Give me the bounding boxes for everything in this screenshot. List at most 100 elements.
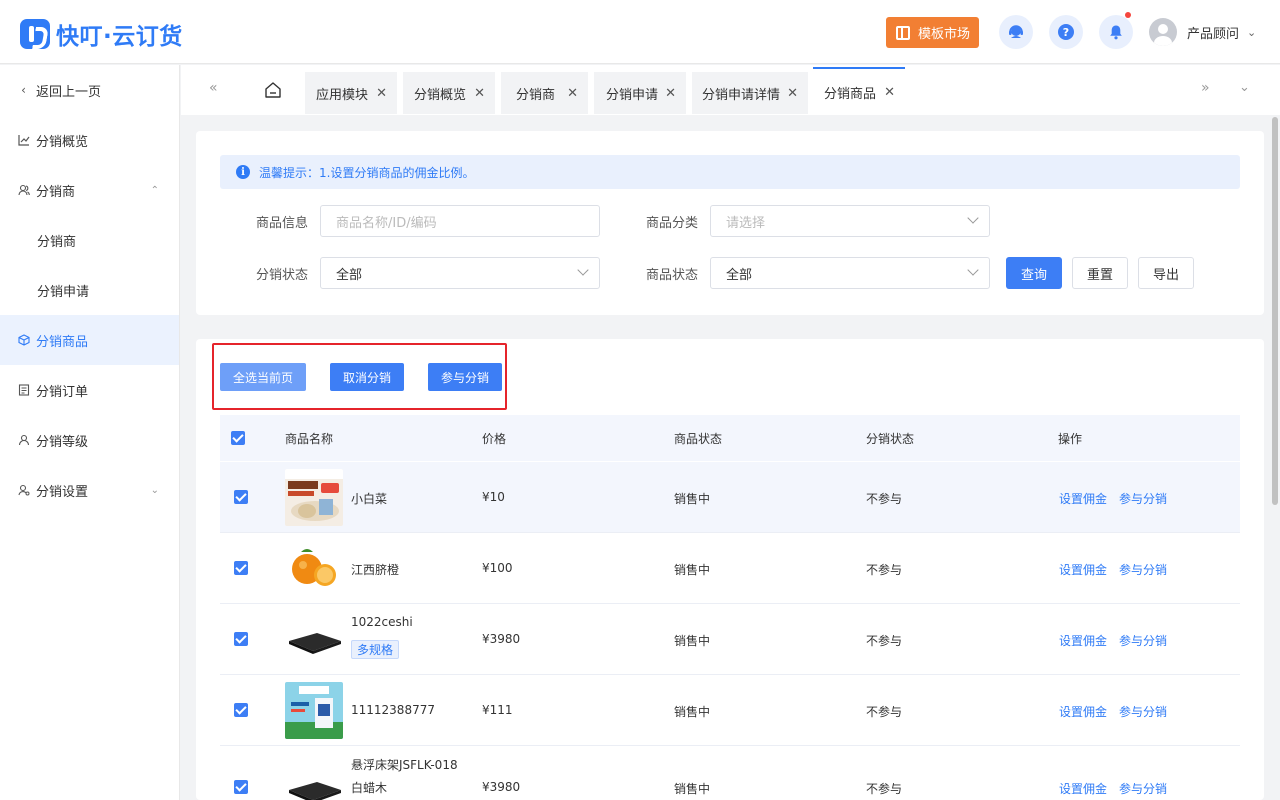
tabs-menu-chevron-icon[interactable]: ⌄	[1239, 80, 1250, 95]
user-icon	[17, 434, 30, 447]
row-checkbox[interactable]	[234, 703, 248, 717]
sidebar-item-orders[interactable]: 分销订单	[0, 365, 179, 415]
tab-products[interactable]: 分销商品 ✕	[813, 67, 905, 115]
sidebar-item-label: 分销概览	[36, 134, 89, 150]
chevron-up-icon: ⌃	[150, 184, 159, 196]
select-all-checkbox[interactable]	[231, 431, 245, 445]
tip-banner: i 温馨提示：1.设置分销商品的佣金比例。	[220, 155, 1240, 189]
product-price: ¥3980	[482, 632, 521, 646]
join-distribution-link[interactable]: 参与分销	[1119, 561, 1167, 578]
tab-label: 分销申请详情	[702, 87, 781, 103]
back-label: 返回上一页	[36, 84, 102, 100]
tab-label: 分销商品	[824, 86, 877, 102]
set-commission-link[interactable]: 设置佣金	[1059, 780, 1107, 797]
join-distribution-link[interactable]: 参与分销	[1119, 780, 1167, 797]
tip-text: 温馨提示：1.设置分销商品的佣金比例。	[259, 165, 475, 180]
table-header: 商品名称 价格 商品状态 分销状态 操作	[220, 415, 1240, 461]
product-status-select[interactable]: 全部	[710, 257, 990, 289]
user-settings-icon	[17, 484, 30, 497]
tab-application-detail[interactable]: 分销申请详情 ✕	[692, 72, 808, 114]
reset-button[interactable]: 重置	[1072, 257, 1128, 289]
close-icon[interactable]: ✕	[376, 86, 387, 101]
product-image	[285, 682, 343, 739]
tab-app-modules[interactable]: 应用模块 ✕	[305, 72, 397, 114]
product-name: 1022ceshi	[351, 615, 413, 629]
tab-label: 分销商	[516, 87, 556, 103]
table-row[interactable]: 悬浮床架JSFLK-018 白蜡木 ¥3980 销售中 不参与 设置佣金 参与分…	[220, 746, 1240, 800]
tab-bar: « 应用模块 ✕ 分销概览 ✕ 分销商 ✕ 分销申请 ✕ 分销申请详情 ✕ 分销…	[181, 65, 1280, 115]
column-header: 商品名称	[285, 432, 334, 446]
sidebar-item-settings[interactable]: 分销设置 ⌄	[0, 465, 179, 515]
sidebar-subitem-distributors[interactable]: 分销商	[0, 215, 179, 265]
scrollbar[interactable]	[1270, 115, 1280, 800]
close-icon[interactable]: ✕	[884, 85, 895, 100]
tab-overview[interactable]: 分销概览 ✕	[403, 72, 495, 114]
join-distribution-link[interactable]: 参与分销	[1119, 632, 1167, 649]
top-header: 快叮·云订货 模板市场 ? 产品顾问 ⌄	[0, 0, 1280, 64]
dist-status-label: 分销状态	[256, 268, 309, 283]
row-checkbox[interactable]	[234, 780, 248, 794]
set-commission-link[interactable]: 设置佣金	[1059, 561, 1107, 578]
product-image	[285, 611, 343, 668]
table-row[interactable]: 小白菜 ¥10 销售中 不参与 设置佣金 参与分销	[220, 462, 1240, 533]
customer-service-button[interactable]	[999, 15, 1033, 49]
user-menu[interactable]: 产品顾问 ⌄	[1149, 18, 1256, 46]
set-commission-link[interactable]: 设置佣金	[1059, 703, 1107, 720]
row-checkbox[interactable]	[234, 632, 248, 646]
home-icon[interactable]	[263, 80, 283, 100]
dist-status-value: 全部	[336, 267, 363, 283]
multi-spec-label: 多规格	[351, 640, 400, 659]
table-row[interactable]: 1022ceshi 多规格 ¥3980 销售中 不参与 设置佣金 参与分销	[220, 604, 1240, 675]
product-info-input[interactable]: 商品名称/ID/编码	[320, 205, 600, 237]
select-current-page-button[interactable]: 全选当前页	[220, 363, 306, 391]
product-image	[285, 540, 343, 597]
close-icon[interactable]: ✕	[665, 86, 676, 101]
close-icon[interactable]: ✕	[567, 86, 578, 101]
template-icon	[896, 25, 910, 40]
close-icon[interactable]: ✕	[474, 86, 485, 101]
join-distribution-button[interactable]: 参与分销	[428, 363, 502, 391]
column-header: 操作	[1058, 432, 1083, 446]
template-market-button[interactable]: 模板市场	[886, 17, 979, 48]
scroll-tabs-left-icon[interactable]: «	[209, 80, 218, 96]
bell-icon	[1110, 25, 1122, 40]
sidebar-item-label: 分销等级	[36, 434, 89, 450]
dist-status-select[interactable]: 全部	[320, 257, 600, 289]
join-distribution-link[interactable]: 参与分销	[1119, 703, 1167, 720]
sidebar-item-levels[interactable]: 分销等级	[0, 415, 179, 465]
back-button[interactable]: ‹ 返回上一页	[0, 65, 179, 115]
cancel-distribution-button[interactable]: 取消分销	[330, 363, 404, 391]
table-row[interactable]: 11112388777 ¥111 销售中 不参与 设置佣金 参与分销	[220, 675, 1240, 746]
category-label: 商品分类	[646, 216, 699, 231]
scroll-tabs-right-icon[interactable]: »	[1201, 80, 1210, 96]
table-row[interactable]: 江西脐橙 ¥100 销售中 不参与 设置佣金 参与分销	[220, 533, 1240, 604]
sidebar-item-products[interactable]: 分销商品	[0, 315, 179, 365]
brand-logo[interactable]: 快叮·云订货	[20, 17, 183, 51]
multi-spec-tag: 多规格	[351, 635, 400, 659]
product-status: 销售中	[674, 634, 711, 648]
close-icon[interactable]: ✕	[787, 86, 798, 101]
notification-button[interactable]	[1099, 12, 1133, 49]
set-commission-link[interactable]: 设置佣金	[1059, 490, 1107, 507]
export-button[interactable]: 导出	[1138, 257, 1194, 289]
product-price: ¥111	[482, 703, 513, 717]
category-select[interactable]: 请选择	[710, 205, 990, 237]
product-status-label: 商品状态	[646, 268, 699, 283]
query-button[interactable]: 查询	[1006, 257, 1062, 289]
sidebar-item-distributors[interactable]: 分销商 ⌃	[0, 165, 179, 215]
help-button[interactable]: ?	[1049, 15, 1083, 49]
row-checkbox[interactable]	[234, 561, 248, 575]
scrollbar-thumb[interactable]	[1272, 117, 1278, 505]
avatar	[1149, 18, 1177, 46]
product-name: 小白菜	[351, 492, 388, 506]
column-header: 分销状态	[866, 432, 915, 446]
row-checkbox[interactable]	[234, 490, 248, 504]
sidebar-subitem-applications[interactable]: 分销申请	[0, 265, 179, 315]
sidebar-item-label: 分销设置	[36, 484, 89, 500]
join-distribution-link[interactable]: 参与分销	[1119, 490, 1167, 507]
set-commission-link[interactable]: 设置佣金	[1059, 632, 1107, 649]
tab-distributors[interactable]: 分销商 ✕	[501, 72, 588, 114]
tab-applications[interactable]: 分销申请 ✕	[594, 72, 686, 114]
sidebar: ‹ 返回上一页 分销概览 分销商 ⌃ 分销商 分销申请 分销商品 分销订单 分销…	[0, 65, 180, 800]
sidebar-item-overview[interactable]: 分销概览	[0, 115, 179, 165]
